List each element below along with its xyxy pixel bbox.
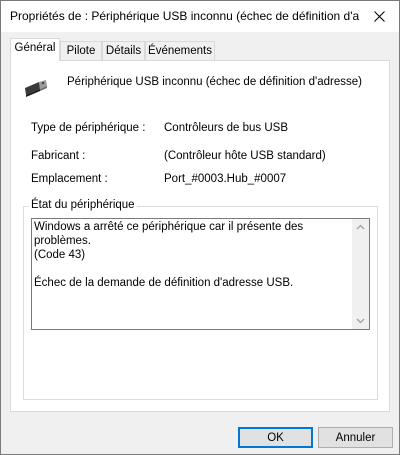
scroll-down-icon[interactable] bbox=[356, 316, 365, 325]
tab-events-label: Événements bbox=[148, 45, 212, 57]
tab-general-label: Général bbox=[14, 42, 56, 54]
general-tab-panel: Périphérique USB inconnu (échec de défin… bbox=[10, 60, 390, 412]
device-type-label: Type de périphérique : bbox=[31, 122, 146, 134]
tab-driver[interactable]: Pilote bbox=[60, 41, 102, 61]
close-button[interactable] bbox=[359, 1, 399, 32]
device-name: Périphérique USB inconnu (échec de défin… bbox=[67, 76, 362, 88]
ok-button[interactable]: OK bbox=[238, 427, 313, 448]
scroll-up-icon[interactable] bbox=[356, 223, 365, 232]
ok-button-label: OK bbox=[267, 431, 284, 444]
tab-general[interactable]: Général bbox=[10, 38, 60, 61]
tab-driver-label: Pilote bbox=[66, 45, 96, 57]
device-status-textbox[interactable]: Windows a arrêté ce périphérique car il … bbox=[31, 218, 370, 330]
close-icon bbox=[373, 11, 385, 22]
properties-dialog: Propriétés de : Périphérique USB inconnu… bbox=[0, 0, 400, 455]
cancel-button[interactable]: Annuler bbox=[318, 427, 393, 448]
manufacturer-value: (Contrôleur hôte USB standard) bbox=[164, 150, 326, 162]
tab-details[interactable]: Détails bbox=[102, 41, 145, 61]
device-type-value: Contrôleurs de bus USB bbox=[164, 122, 289, 134]
window-title: Propriétés de : Périphérique USB inconnu… bbox=[10, 9, 360, 23]
status-scrollbar[interactable] bbox=[352, 219, 369, 329]
usb-plug-icon bbox=[25, 80, 47, 97]
location-label: Emplacement : bbox=[31, 173, 108, 185]
title-bar[interactable]: Propriétés de : Périphérique USB inconnu… bbox=[1, 1, 399, 32]
cancel-button-label: Annuler bbox=[335, 431, 376, 444]
device-status-text: Windows a arrêté ce périphérique car il … bbox=[34, 221, 304, 289]
location-value: Port_#0003.Hub_#0007 bbox=[164, 173, 287, 185]
tab-details-label: Détails bbox=[105, 45, 142, 57]
device-status-legend: État du périphérique bbox=[29, 199, 137, 211]
manufacturer-label: Fabricant : bbox=[31, 150, 86, 162]
tab-events[interactable]: Événements bbox=[145, 41, 215, 61]
